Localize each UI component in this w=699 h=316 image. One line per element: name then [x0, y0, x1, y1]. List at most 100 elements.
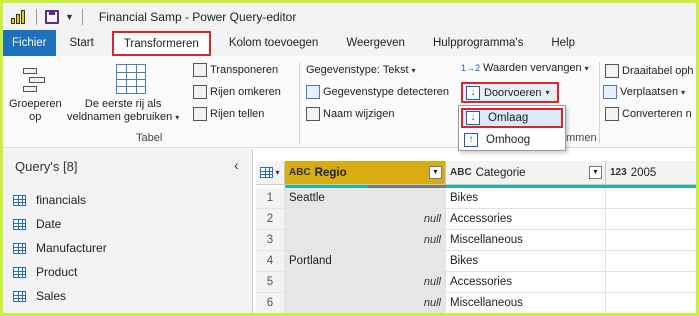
cell-regio[interactable]: Seattle — [285, 188, 446, 209]
data-type-label: Gegevenstype: Tekst — [306, 64, 409, 76]
row-number: 4 — [256, 251, 285, 272]
count-rows-button[interactable]: Rijen tellen — [193, 107, 264, 121]
window-title: Financial Samp - Power Query-editor — [98, 9, 297, 24]
rename-icon — [306, 107, 320, 121]
cell-categorie[interactable]: Accessories — [446, 209, 606, 230]
cell-2005[interactable] — [606, 293, 696, 313]
transpose-button[interactable]: Transponeren — [193, 63, 278, 77]
column-header-label: 2005 — [630, 166, 657, 179]
move-label: Verplaatsen — [620, 86, 679, 98]
query-item[interactable]: Manufacturer — [13, 241, 107, 255]
fill-down-icon: ↓ — [466, 85, 480, 100]
cell-2005[interactable] — [606, 188, 696, 209]
arrow-down-icon: ↓ — [466, 111, 480, 125]
table-icon — [13, 290, 26, 302]
tab-transform[interactable]: Transformeren — [111, 31, 211, 56]
tab-start[interactable]: Start — [56, 30, 108, 56]
number-type-icon[interactable]: 123 — [610, 167, 627, 178]
move-button[interactable]: Verplaatsen ▾ — [603, 85, 685, 99]
chevron-down-icon: ▾ — [681, 87, 686, 97]
move-icon — [603, 85, 617, 99]
chevron-down-icon: ▾ — [545, 88, 550, 97]
cell-regio[interactable]: null — [285, 293, 446, 313]
tab-tools[interactable]: Hulpprogramma's — [419, 30, 537, 56]
reverse-rows-icon — [193, 85, 207, 99]
arrow-up-icon: ↑ — [464, 133, 478, 147]
row-number: 2 — [256, 209, 285, 230]
group-by-button[interactable]: Groeperen op — [9, 98, 62, 124]
cell-categorie[interactable]: Miscellaneous — [446, 230, 606, 251]
quick-access-dropdown-icon[interactable]: ▼ — [65, 12, 74, 22]
tab-view[interactable]: Weergeven — [332, 30, 419, 56]
tab-help[interactable]: Help — [537, 30, 589, 56]
collapse-pane-icon[interactable]: ‹ — [234, 157, 239, 173]
table-icon[interactable] — [116, 64, 146, 94]
table-icon — [13, 194, 26, 206]
first-row-label-line2: veldnamen gebruiken ▾ — [67, 111, 180, 123]
rename-button[interactable]: Naam wijzigen — [306, 107, 395, 121]
group-by-icon[interactable] — [19, 68, 49, 94]
rename-label: Naam wijzigen — [323, 108, 395, 120]
first-row-as-headers-button[interactable]: De eerste rij als veldnamen gebruiken ▾ — [67, 98, 179, 124]
cell-categorie[interactable]: Accessories — [446, 272, 606, 293]
menu-item-down-label: Omlaag — [488, 112, 529, 124]
title-separator — [81, 8, 83, 25]
pivot-column-button[interactable]: Draaitabel oph — [605, 64, 694, 78]
cell-2005[interactable] — [606, 251, 696, 272]
menu-item-up-label: Omhoog — [486, 134, 531, 146]
convert-icon — [605, 107, 619, 121]
query-item[interactable]: Sales — [13, 289, 66, 303]
detect-data-type-button[interactable]: Gegevenstype detecteren — [306, 85, 449, 99]
ribbon: Groeperen op De eerste rij als veldnamen… — [3, 56, 696, 148]
convert-to-list-button[interactable]: Converteren n — [605, 107, 692, 121]
query-item-label: financials — [36, 193, 87, 207]
cell-regio[interactable]: null — [285, 230, 446, 251]
cell-regio[interactable]: null — [285, 272, 446, 293]
table-icon — [260, 167, 274, 178]
text-type-icon[interactable]: ABC — [450, 167, 472, 178]
data-grid: ▾ ABC Regio ▼ ABC Categorie ▼ 123 2005 1… — [256, 161, 696, 313]
tab-file[interactable]: Fichier — [3, 30, 56, 56]
row-number: 1 — [256, 188, 285, 209]
replace-values-icon: 1→2 — [461, 62, 481, 73]
query-item[interactable]: financials — [13, 193, 86, 207]
data-type-dropdown[interactable]: Gegevenstype: Tekst ▾ — [306, 64, 416, 76]
cell-2005[interactable] — [606, 272, 696, 293]
row-number: 3 — [256, 230, 285, 251]
cell-categorie[interactable]: Miscellaneous — [446, 293, 606, 313]
menu-item-up[interactable]: ↑ Omhoog — [461, 130, 563, 150]
query-item-label: Date — [36, 217, 62, 231]
cell-2005[interactable] — [606, 230, 696, 251]
count-rows-icon — [193, 107, 207, 121]
filter-dropdown-icon[interactable]: ▼ — [429, 166, 442, 179]
reverse-rows-button[interactable]: Rijen omkeren — [193, 85, 281, 99]
cell-regio[interactable]: Portland — [285, 251, 446, 272]
column-header-regio[interactable]: ABC Regio ▼ — [285, 161, 446, 185]
cell-regio[interactable]: null — [285, 209, 446, 230]
pivot-icon — [605, 64, 619, 78]
tab-add-column[interactable]: Kolom toevoegen — [215, 30, 333, 56]
save-icon[interactable] — [45, 9, 59, 24]
table-icon — [13, 242, 26, 254]
cell-2005[interactable] — [606, 209, 696, 230]
query-item[interactable]: Date — [13, 217, 61, 231]
replace-values-button[interactable]: 1→2 Waarden vervangen ▾ — [461, 62, 589, 74]
column-header-categorie[interactable]: ABC Categorie ▼ — [446, 161, 606, 185]
cell-categorie[interactable]: Bikes — [446, 251, 606, 272]
power-bi-logo-icon — [10, 8, 28, 26]
menu-item-down[interactable]: ↓ Omlaag — [461, 108, 563, 128]
fill-down-label: Doorvoeren — [484, 86, 542, 99]
fill-down-button[interactable]: ↓ Doorvoeren ▾ — [461, 82, 559, 103]
query-item[interactable]: Product — [13, 265, 77, 279]
text-type-icon[interactable]: ABC — [289, 167, 311, 178]
filter-dropdown-icon[interactable]: ▼ — [589, 166, 602, 179]
cell-categorie[interactable]: Bikes — [446, 188, 606, 209]
title-bar: ▼ Financial Samp - Power Query-editor — [3, 3, 696, 30]
column-header-label: Regio — [314, 166, 347, 179]
column-header-label: Categorie — [475, 166, 526, 179]
queries-title: Query's [8] — [15, 159, 78, 174]
group-by-label-line1: Groeperen — [9, 98, 62, 110]
table-menu-button[interactable]: ▾ — [256, 161, 285, 185]
convert-label: Converteren n — [622, 108, 692, 120]
column-header-2005[interactable]: 123 2005 — [606, 161, 696, 185]
